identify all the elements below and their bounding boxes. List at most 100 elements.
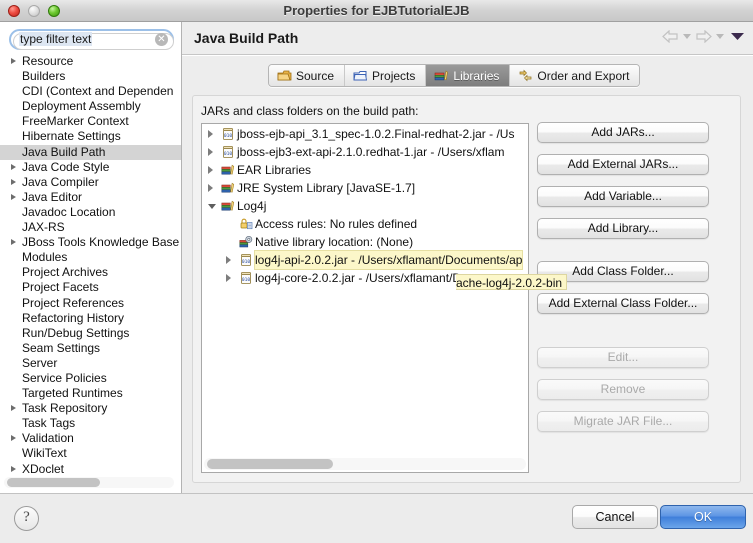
collapsed-triangle-icon[interactable] bbox=[208, 184, 213, 192]
cancel-button[interactable]: Cancel bbox=[572, 505, 658, 529]
disclosure-triangle-icon[interactable] bbox=[11, 465, 16, 472]
sidebar-item-server[interactable]: Server bbox=[0, 356, 181, 371]
tree-row-label: Access rules: No rules defined bbox=[255, 217, 418, 231]
back-arrow-icon[interactable] bbox=[662, 30, 679, 43]
page-nav-controls bbox=[662, 30, 744, 43]
sidebar-item-java-compiler[interactable]: Java Compiler bbox=[0, 175, 181, 190]
back-menu-chevron-down-icon[interactable] bbox=[683, 33, 691, 40]
forward-arrow-icon[interactable] bbox=[695, 30, 712, 43]
tree-row[interactable]: Access rules: No rules defined bbox=[202, 215, 528, 233]
sidebar-item-wikitext[interactable]: WikiText bbox=[0, 446, 181, 461]
forward-menu-chevron-down-icon[interactable] bbox=[716, 33, 724, 40]
library-icon bbox=[221, 181, 235, 195]
sidebar-item-project-archives[interactable]: Project Archives bbox=[0, 265, 181, 280]
sidebar-item-java-editor[interactable]: Java Editor bbox=[0, 190, 181, 205]
collapsed-triangle-icon[interactable] bbox=[208, 166, 213, 174]
sidebar-item-javadoc-location[interactable]: Javadoc Location bbox=[0, 205, 181, 220]
sidebar-item-project-facets[interactable]: Project Facets bbox=[0, 280, 181, 295]
disclosure-triangle-icon[interactable] bbox=[11, 178, 16, 185]
add-external-jars-button[interactable]: Add External JARs... bbox=[537, 154, 709, 175]
sidebar-item-seam-settings[interactable]: Seam Settings bbox=[0, 341, 181, 356]
sidebar-item-label: Task Tags bbox=[22, 416, 76, 431]
sidebar-item-label: JAX-RS bbox=[22, 220, 65, 235]
tab-order-and-export[interactable]: Order and Export bbox=[510, 65, 640, 86]
help-button[interactable]: ? bbox=[14, 506, 39, 531]
filter-input-value[interactable]: type filter text bbox=[19, 32, 93, 46]
disclosure-triangle-icon[interactable] bbox=[11, 58, 16, 64]
collapsed-triangle-icon[interactable] bbox=[226, 274, 231, 282]
sidebar-item-label: XDoclet bbox=[22, 461, 65, 476]
sidebar-item-label: WikiText bbox=[22, 446, 67, 461]
clear-filter-icon[interactable]: ✕ bbox=[155, 33, 168, 46]
tree-row[interactable]: 010 jboss-ejb-api_3.1_spec-1.0.2.Final-re… bbox=[202, 125, 528, 143]
settings-sidebar: type filter text ✕ Resource Builders CDI (… bbox=[0, 22, 182, 493]
tree-horizontal-scrollbar[interactable] bbox=[204, 458, 526, 470]
collapsed-triangle-icon[interactable] bbox=[226, 256, 231, 264]
sidebar-item-validation[interactable]: Validation bbox=[0, 431, 181, 446]
add-external-class-folder-button[interactable]: Add External Class Folder... bbox=[537, 293, 709, 314]
tree-row[interactable]: Native library location: (None) bbox=[202, 233, 528, 251]
tree-row[interactable]: Log4j bbox=[202, 197, 528, 215]
sidebar-item-builders[interactable]: Builders bbox=[0, 69, 181, 84]
sidebar-item-service-policies[interactable]: Service Policies bbox=[0, 371, 181, 386]
add-variable-button[interactable]: Add Variable... bbox=[537, 186, 709, 207]
tree-scrollbar-thumb[interactable] bbox=[207, 459, 333, 469]
svg-text:010: 010 bbox=[242, 277, 251, 283]
sidebar-item-project-references[interactable]: Project References bbox=[0, 296, 181, 311]
disclosure-triangle-icon[interactable] bbox=[11, 405, 16, 412]
tree-row[interactable]: 010 jboss-ejb3-ext-api-2.1.0.redhat-1.jar… bbox=[202, 143, 528, 161]
sidebar-item-run-debug-settings[interactable]: Run/Debug Settings bbox=[0, 326, 181, 341]
tab-source[interactable]: Source bbox=[269, 65, 346, 86]
jar-icon: 010 bbox=[221, 145, 235, 159]
ok-button[interactable]: OK bbox=[660, 505, 746, 529]
sidebar-item-java-code-style[interactable]: Java Code Style bbox=[0, 160, 181, 175]
collapsed-triangle-icon[interactable] bbox=[208, 148, 213, 156]
disclosure-triangle-icon[interactable] bbox=[11, 239, 16, 246]
sidebar-item-jboss-tools-knowledge-base[interactable]: JBoss Tools Knowledge Base bbox=[0, 235, 181, 250]
sidebar-item-hibernate-settings[interactable]: Hibernate Settings bbox=[0, 129, 181, 144]
sidebar-item-task-repository[interactable]: Task Repository bbox=[0, 401, 181, 416]
sidebar-item-label: Deployment Assembly bbox=[22, 99, 141, 114]
tree-row-label: EAR Libraries bbox=[237, 163, 312, 177]
sidebar-item-targeted-runtimes[interactable]: Targeted Runtimes bbox=[0, 386, 181, 401]
sidebar-item-label: Project Facets bbox=[22, 280, 99, 295]
tree-row[interactable]: JRE System Library [JavaSE-1.7] bbox=[202, 179, 528, 197]
sidebar-item-resource[interactable]: Resource bbox=[0, 54, 181, 69]
filter-field-wrapper[interactable]: type filter text ✕ bbox=[9, 29, 174, 50]
sidebar-item-xdoclet[interactable]: XDoclet bbox=[0, 462, 181, 477]
page-menu-dropdown-triangle-icon[interactable] bbox=[731, 32, 744, 41]
tree-row[interactable]: 010 log4j-api-2.0.2.jar - /Users/xflamant… bbox=[202, 251, 528, 269]
highlight-overflow-label: ache-log4j-2.0.2-bin bbox=[456, 274, 568, 290]
tab-libraries[interactable]: Libraries bbox=[426, 65, 511, 86]
disclosure-triangle-icon[interactable] bbox=[11, 163, 16, 170]
sidebar-scrollbar-thumb[interactable] bbox=[7, 478, 100, 487]
sidebar-item-label: Seam Settings bbox=[22, 340, 101, 355]
tab-projects[interactable]: Projects bbox=[345, 65, 427, 86]
add-library-button[interactable]: Add Library... bbox=[537, 218, 709, 239]
sidebar-item-java-build-path[interactable]: Java Build Path bbox=[0, 144, 181, 160]
sidebar-item-refactoring-history[interactable]: Refactoring History bbox=[0, 311, 181, 326]
sidebar-item-label: Targeted Runtimes bbox=[22, 386, 123, 401]
sidebar-item-label: FreeMarker Context bbox=[22, 114, 129, 129]
projects-folder-icon bbox=[353, 69, 368, 83]
expanded-triangle-icon[interactable] bbox=[208, 204, 216, 209]
source-folder-icon bbox=[277, 69, 292, 83]
disclosure-triangle-icon[interactable] bbox=[11, 193, 16, 200]
sidebar-item-jax-rs[interactable]: JAX-RS bbox=[0, 220, 181, 235]
sidebar-item-deployment-assembly[interactable]: Deployment Assembly bbox=[0, 99, 181, 114]
add-jars-button[interactable]: Add JARs... bbox=[537, 122, 709, 143]
sidebar-horizontal-scrollbar[interactable] bbox=[4, 477, 174, 488]
jars-tree-panel[interactable]: 010 jboss-ejb-api_3.1_spec-1.0.2.Final-re… bbox=[201, 123, 529, 473]
sidebar-item-cdi-context-and-dependen[interactable]: CDI (Context and Dependen bbox=[0, 84, 181, 99]
jar-icon: 010 bbox=[221, 127, 235, 141]
build-path-tabs: Source Projects Libraries Order and Export bbox=[182, 64, 753, 87]
disclosure-triangle-icon[interactable] bbox=[11, 435, 16, 442]
sidebar-item-modules[interactable]: Modules bbox=[0, 250, 181, 265]
tree-row[interactable]: EAR Libraries bbox=[202, 161, 528, 179]
collapsed-triangle-icon[interactable] bbox=[208, 130, 213, 138]
sidebar-item-freemarker-context[interactable]: FreeMarker Context bbox=[0, 114, 181, 129]
header-divider bbox=[182, 55, 753, 56]
button-group-spacer bbox=[537, 325, 733, 347]
sidebar-item-task-tags[interactable]: Task Tags bbox=[0, 416, 181, 431]
sidebar-item-label: JBoss Tools Knowledge Base bbox=[22, 235, 180, 250]
